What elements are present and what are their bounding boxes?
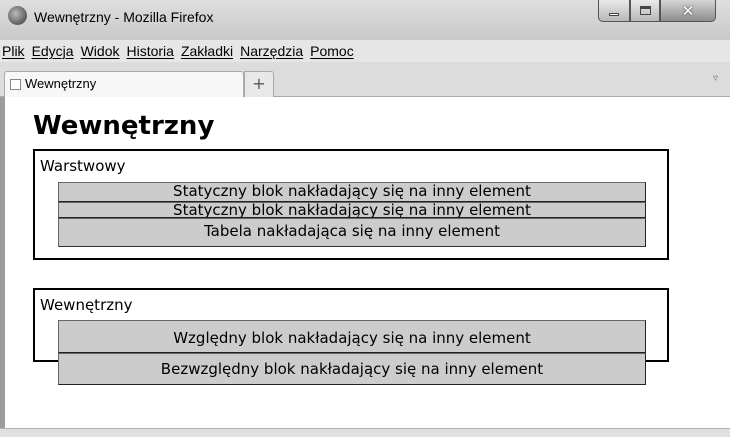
minimize-icon: [609, 13, 619, 16]
static-block-2: Statyczny blok nakładający się na inny e…: [58, 202, 646, 218]
title-bar: Wewnętrzny - Mozilla Firefox ✕: [0, 0, 730, 40]
close-button[interactable]: ✕: [660, 0, 716, 22]
menu-zakladki[interactable]: Zakładki: [181, 43, 233, 59]
page-content: Wewnętrzny Warstwowy Statyczny blok nakł…: [5, 97, 730, 428]
maximize-icon: [639, 6, 651, 15]
tab-strip: Wewnętrzny + ▿: [0, 62, 730, 97]
browser-window: Wewnętrzny - Mozilla Firefox ✕ Plik Edyc…: [0, 0, 730, 437]
static-block-1: Statyczny blok nakładający się na inny e…: [58, 182, 646, 202]
maximize-button[interactable]: [630, 0, 660, 22]
tab-wewnetrzny[interactable]: Wewnętrzny: [4, 71, 244, 97]
new-tab-button[interactable]: +: [244, 71, 274, 97]
window-title: Wewnętrzny - Mozilla Firefox: [34, 9, 214, 25]
menu-widok[interactable]: Widok: [81, 43, 120, 59]
section-label: Wewnętrzny: [40, 296, 133, 314]
menu-edycja[interactable]: Edycja: [32, 43, 74, 59]
menu-plik[interactable]: Plik: [2, 43, 25, 59]
menu-historia[interactable]: Historia: [127, 43, 174, 59]
section-label: Warstwowy: [40, 157, 126, 175]
menu-bar: Plik Edycja Widok Historia Zakładki Narz…: [0, 40, 730, 62]
window-bottom-edge: [0, 428, 730, 437]
menu-pomoc[interactable]: Pomoc: [310, 43, 354, 59]
close-icon: ✕: [681, 1, 695, 20]
tab-list-icon[interactable]: ▿: [713, 73, 718, 84]
page-heading: Wewnętrzny: [33, 111, 215, 141]
absolute-block: Bezwzględny blok nakładający się na inny…: [58, 353, 646, 385]
firefox-icon: [8, 6, 27, 25]
minimize-button[interactable]: [598, 0, 630, 22]
table-block: Tabela nakładająca się na inny element: [58, 218, 646, 247]
menu-narzedzia[interactable]: Narzędzia: [240, 43, 303, 59]
relative-block: Względny blok nakładający się na inny el…: [58, 320, 646, 353]
page-icon: [10, 79, 21, 90]
tab-label: Wewnętrzny: [25, 76, 97, 91]
